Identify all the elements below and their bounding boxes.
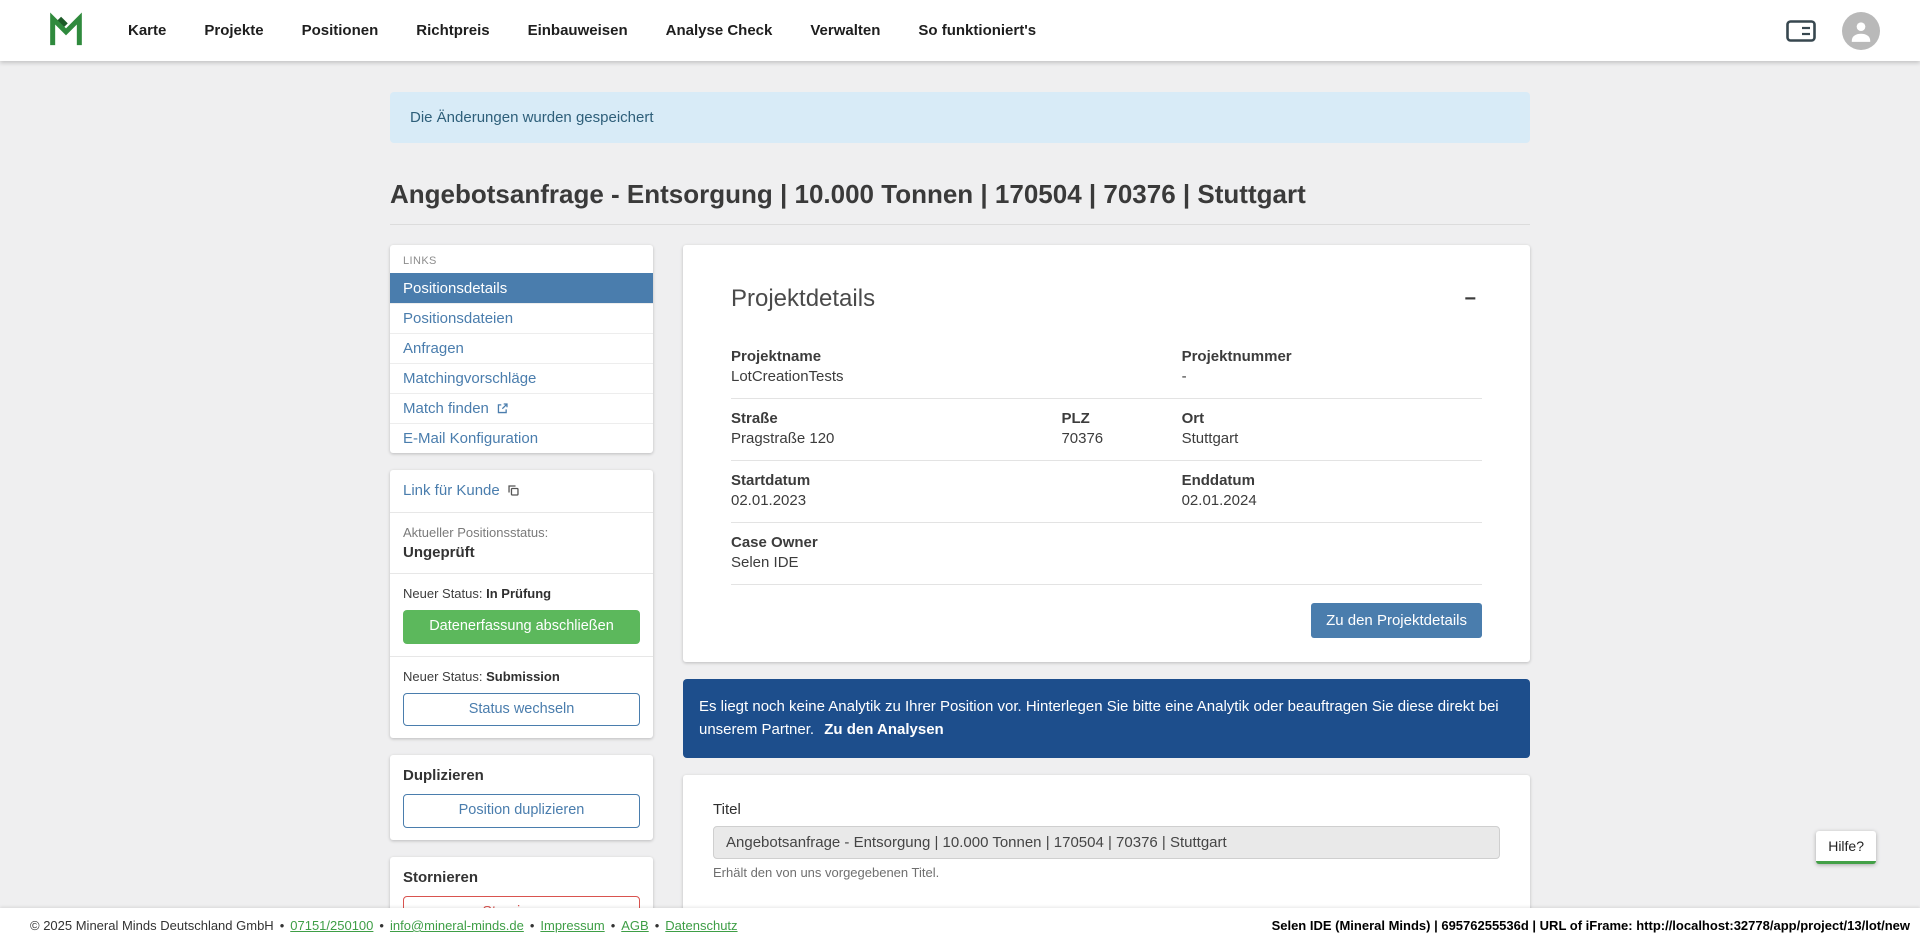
nav-item-positionen[interactable]: Positionen: [302, 22, 379, 39]
duplicate-card: Duplizieren Position duplizieren: [390, 755, 653, 840]
current-status-label: Aktueller Positionsstatus:: [403, 525, 640, 540]
field-label: Projektname: [731, 348, 1182, 365]
project-details-heading: Projektdetails: [731, 285, 875, 313]
external-link-icon: [496, 402, 509, 415]
field-value: Selen IDE: [731, 554, 1482, 571]
customer-link-label: Link für Kunde: [403, 482, 500, 499]
new-status-value: In Prüfung: [486, 586, 551, 601]
analytics-alert: Es liegt noch keine Analytik zu Ihrer Po…: [683, 679, 1530, 758]
nav-item-analyse-check[interactable]: Analyse Check: [666, 22, 773, 39]
brand-logo[interactable]: [46, 11, 86, 51]
field-label: Enddatum: [1182, 472, 1482, 489]
footer-separator: •: [280, 918, 285, 933]
project-row-address: Straße Pragstraße 120 PLZ 70376 Ort Stut…: [731, 399, 1482, 461]
duplicate-title: Duplizieren: [403, 767, 640, 784]
sidebar-item-matchingvorschlaege[interactable]: Matchingvorschläge: [390, 363, 653, 393]
nav-item-projekte[interactable]: Projekte: [204, 22, 263, 39]
sidebar-item-anfragen[interactable]: Anfragen: [390, 333, 653, 363]
field-label: Case Owner: [731, 534, 1482, 551]
customer-link[interactable]: Link für Kunde: [403, 482, 520, 499]
nav-item-so-funktionierts[interactable]: So funktioniert's: [918, 22, 1036, 39]
footer-separator: •: [655, 918, 660, 933]
duplicate-position-button[interactable]: Position duplizieren: [403, 794, 640, 828]
page-title: Angebotsanfrage - Entsorgung | 10.000 To…: [390, 179, 1530, 225]
footer-separator: •: [379, 918, 384, 933]
saved-alert: Die Änderungen wurden gespeichert: [390, 92, 1530, 143]
project-row-owner: Case Owner Selen IDE: [731, 523, 1482, 585]
field-value: Stuttgart: [1182, 430, 1482, 447]
main-panel: Projektdetails − Projektname LotCreation…: [683, 245, 1530, 908]
new-status-value: Submission: [486, 669, 560, 684]
titel-help: Erhält den von uns vorgegebenen Titel.: [713, 865, 1500, 880]
project-row-dates: Startdatum 02.01.2023 Enddatum 02.01.202…: [731, 461, 1482, 523]
content-area: Die Änderungen wurden gespeichert Angebo…: [0, 61, 1920, 908]
collapse-icon[interactable]: −: [1458, 285, 1482, 313]
project-details-card: Projektdetails − Projektname LotCreation…: [683, 245, 1530, 662]
footer-link-email[interactable]: info@mineral-minds.de: [390, 918, 524, 933]
user-avatar[interactable]: [1842, 12, 1880, 50]
field-label: Straße: [731, 410, 1061, 427]
footer-link-phone[interactable]: 07151/250100: [290, 918, 373, 933]
position-form-card: Titel Erhält den von uns vorgegebenen Ti…: [683, 775, 1530, 909]
navbar-right: [1786, 12, 1880, 50]
card-list-icon[interactable]: [1786, 19, 1816, 43]
field-label: PLZ: [1061, 410, 1181, 427]
titel-input: [713, 826, 1500, 859]
status-card: Link für Kunde Aktueller Positionsstatus…: [390, 470, 653, 738]
cancel-dropdown-button[interactable]: Stornieren ▾: [403, 896, 640, 908]
sidebar-item-positionsdetails[interactable]: Positionsdetails: [390, 273, 653, 303]
field-label: Projektnummer: [1182, 348, 1482, 365]
sidebar-item-email-konfiguration[interactable]: E-Mail Konfiguration: [390, 423, 653, 453]
footer-copyright: © 2025 Mineral Minds Deutschland GmbH: [30, 918, 274, 933]
field-value: Pragstraße 120: [731, 430, 1061, 447]
field-value: -: [1182, 368, 1482, 385]
footer: © 2025 Mineral Minds Deutschland GmbH • …: [0, 908, 1920, 943]
logo-m-icon: [46, 11, 86, 51]
person-icon: [1848, 18, 1874, 44]
links-header: LINKS: [390, 245, 653, 273]
saved-alert-text: Die Änderungen wurden gespeichert: [410, 109, 654, 126]
top-navbar: Karte Projekte Positionen Richtpreis Ein…: [0, 0, 1920, 61]
copy-icon: [507, 484, 520, 497]
cancel-card: Stornieren Stornieren ▾: [390, 857, 653, 908]
analytics-alert-link[interactable]: Zu den Analysen: [824, 721, 943, 738]
nav-item-verwalten[interactable]: Verwalten: [810, 22, 880, 39]
nav-item-einbauweisen[interactable]: Einbauweisen: [528, 22, 628, 39]
footer-session-info: Selen IDE (Mineral Minds) | 69576255536d…: [1272, 918, 1910, 933]
footer-left: © 2025 Mineral Minds Deutschland GmbH • …: [30, 918, 738, 933]
footer-link-agb[interactable]: AGB: [621, 918, 648, 933]
footer-link-datenschutz[interactable]: Datenschutz: [665, 918, 737, 933]
field-value: 02.01.2024: [1182, 492, 1482, 509]
field-value: 02.01.2023: [731, 492, 1182, 509]
footer-separator: •: [530, 918, 535, 933]
new-status-line-2: Neuer Status: Submission: [403, 669, 640, 684]
field-label: Startdatum: [731, 472, 1182, 489]
links-card: LINKS Positionsdetails Positionsdateien …: [390, 245, 653, 453]
new-status-prefix: Neuer Status:: [403, 669, 483, 684]
current-status-value: Ungeprüft: [403, 544, 640, 561]
field-label: Ort: [1182, 410, 1482, 427]
main-nav: Karte Projekte Positionen Richtpreis Ein…: [128, 22, 1036, 39]
complete-data-entry-button[interactable]: Datenerfassung abschließen: [403, 610, 640, 644]
sidebar: LINKS Positionsdetails Positionsdateien …: [390, 245, 653, 908]
sidebar-item-label: Match finden: [403, 400, 489, 417]
nav-item-richtpreis[interactable]: Richtpreis: [416, 22, 489, 39]
sidebar-item-positionsdateien[interactable]: Positionsdateien: [390, 303, 653, 333]
footer-link-impressum[interactable]: Impressum: [540, 918, 604, 933]
project-row-name: Projektname LotCreationTests Projektnumm…: [731, 337, 1482, 399]
field-value: 70376: [1061, 430, 1181, 447]
new-status-prefix: Neuer Status:: [403, 586, 483, 601]
nav-item-karte[interactable]: Karte: [128, 22, 166, 39]
help-button[interactable]: Hilfe?: [1816, 831, 1876, 864]
titel-label: Titel: [713, 801, 1500, 818]
new-status-line-1: Neuer Status: In Prüfung: [403, 586, 640, 601]
sidebar-item-match-finden[interactable]: Match finden: [390, 393, 653, 423]
analytics-alert-text: Es liegt noch keine Analytik zu Ihrer Po…: [699, 698, 1499, 738]
project-details-button[interactable]: Zu den Projektdetails: [1311, 603, 1482, 638]
cancel-title: Stornieren: [403, 869, 640, 886]
field-value: LotCreationTests: [731, 368, 1182, 385]
footer-separator: •: [611, 918, 616, 933]
change-status-button[interactable]: Status wechseln: [403, 693, 640, 727]
